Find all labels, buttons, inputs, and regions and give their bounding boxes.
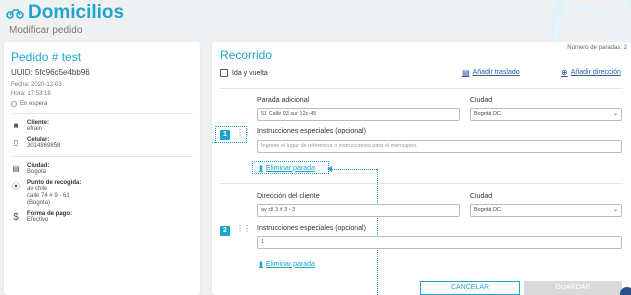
add-address-link[interactable]: ⊕ Añadir dirección	[561, 68, 621, 77]
route-card: Recorrido Número de paradas: 2 Ida y vue…	[212, 42, 631, 295]
order-summary-card: Pedido # test UUID: 5fc96c5e4bb96 Fecha:…	[4, 42, 200, 295]
calendar-icon: ▤	[462, 68, 470, 77]
stops-count: Número de paradas: 2	[567, 45, 627, 51]
stop-2-delete-label: Eliminar parada	[265, 260, 315, 268]
status-ring-icon	[11, 101, 17, 107]
status-text: En espera	[20, 101, 48, 107]
payment-info: $ Forma de pago: Efectivo	[11, 211, 193, 224]
round-trip-label: Ida y vuelta	[232, 69, 268, 77]
pickup-info: ⦿ Punto de recogida: av chile calle 74 #…	[11, 180, 193, 207]
stop-2-city-label: Ciudad	[470, 193, 493, 200]
page-subtitle: Modificar pedido	[9, 25, 83, 36]
dollar-icon: $	[13, 212, 19, 223]
order-title: Pedido # test	[11, 50, 82, 64]
stop-1-instructions-input[interactable]: Ingrese el lugar de referencia o instruc…	[257, 140, 622, 153]
add-transfer-label: Añadir traslado	[472, 69, 520, 76]
drag-handle-icon[interactable]: ⋮⋮	[236, 224, 251, 233]
page-title: Domicilios	[28, 2, 125, 23]
plus-circle-icon: ⊕	[561, 68, 568, 77]
city-value: Bogota	[27, 169, 47, 175]
stop-1-delete-label: Eliminar parada	[265, 164, 315, 172]
phone-value: 3014869858	[27, 143, 61, 149]
compass-icon: ⦿	[12, 182, 20, 191]
stop-1-address-input[interactable]: 51 Calle 93 sur 12c-45	[257, 108, 460, 121]
add-transfer-link[interactable]: ▤ Añadir traslado	[462, 68, 520, 77]
connector-line	[212, 142, 215, 143]
stop-2-instructions-input[interactable]: 1	[257, 236, 622, 249]
save-button[interactable]: GUARDAR	[524, 281, 622, 295]
pickup-line-1: av chile	[27, 186, 48, 192]
stop-2-address-input[interactable]: av cll 3 # 3 - 3	[257, 204, 460, 217]
divider	[220, 183, 623, 184]
stop-2-instructions-label: Instrucciones especiales (opcional)	[257, 225, 366, 232]
order-date: Fecha: 2020-12-03	[11, 82, 62, 88]
map-icon: ▤	[12, 164, 20, 173]
stop-2-city-select[interactable]: Bogotá DC ⌄	[470, 204, 622, 217]
add-address-label: Añadir dirección	[570, 69, 621, 76]
connector-line	[332, 169, 377, 170]
stop-2-address-label: Dirección del cliente	[257, 193, 320, 200]
client-info: ■ Cliente: efrain	[11, 120, 193, 133]
divider	[11, 156, 193, 157]
stop-1-address-label: Parada adicional	[257, 97, 310, 104]
pickup-line-2: calle 74 # 9 - 61	[27, 193, 70, 199]
trash-icon: ▮	[259, 165, 263, 172]
page-header: Domicilios Modificar pedido	[6, 2, 124, 36]
chevron-down-icon: ⌄	[612, 207, 618, 213]
person-icon: ■	[13, 121, 19, 130]
route-title: Recorrido	[220, 48, 273, 62]
stop-2-city-value: Bogotá DC	[474, 207, 501, 213]
trash-icon: ▮	[259, 261, 263, 268]
stop-1-city-value: Bogotá DC	[474, 111, 501, 117]
divider	[11, 113, 193, 114]
motorcycle-icon	[6, 9, 24, 19]
stop-1-instructions-label: Instrucciones especiales (opcional)	[257, 128, 366, 135]
round-trip-checkbox[interactable]	[220, 69, 228, 77]
order-time: Hora: 17:53:18	[11, 91, 51, 97]
stop-1-city-label: Ciudad	[470, 97, 493, 104]
city-info: ▤ Ciudad: Bogota	[11, 163, 193, 176]
stop-1-city-select[interactable]: Bogotá DC ⌄	[470, 108, 622, 121]
stop-2-delete-link[interactable]: ▮ Eliminar parada	[259, 260, 315, 269]
round-trip-option[interactable]: Ida y vuelta	[220, 69, 268, 77]
chevron-down-icon: ⌄	[612, 111, 618, 117]
pickup-line-3: (Bogota)	[27, 200, 51, 206]
arrow-left-icon	[327, 166, 332, 172]
avatar[interactable]	[620, 287, 631, 295]
stop-1-delete-link[interactable]: ▮ Eliminar parada	[259, 164, 315, 173]
phone-info: ▯ Celular: 3014869858	[11, 137, 193, 150]
connector-line	[377, 169, 378, 295]
phone-icon: ▯	[13, 138, 19, 147]
order-uuid: UUID: 5fc96c5e4bb96	[11, 68, 90, 77]
drag-handle-icon[interactable]: ⋮⋮	[236, 128, 251, 137]
stop-number-2: 2	[220, 226, 230, 236]
status-badge: En espera	[11, 101, 193, 107]
client-value: efrain	[27, 126, 43, 132]
stop-number-1: 1	[220, 130, 230, 140]
divider	[220, 88, 623, 89]
payment-value: Efectivo	[27, 217, 49, 223]
cancel-button[interactable]: CANCELAR	[420, 281, 520, 295]
